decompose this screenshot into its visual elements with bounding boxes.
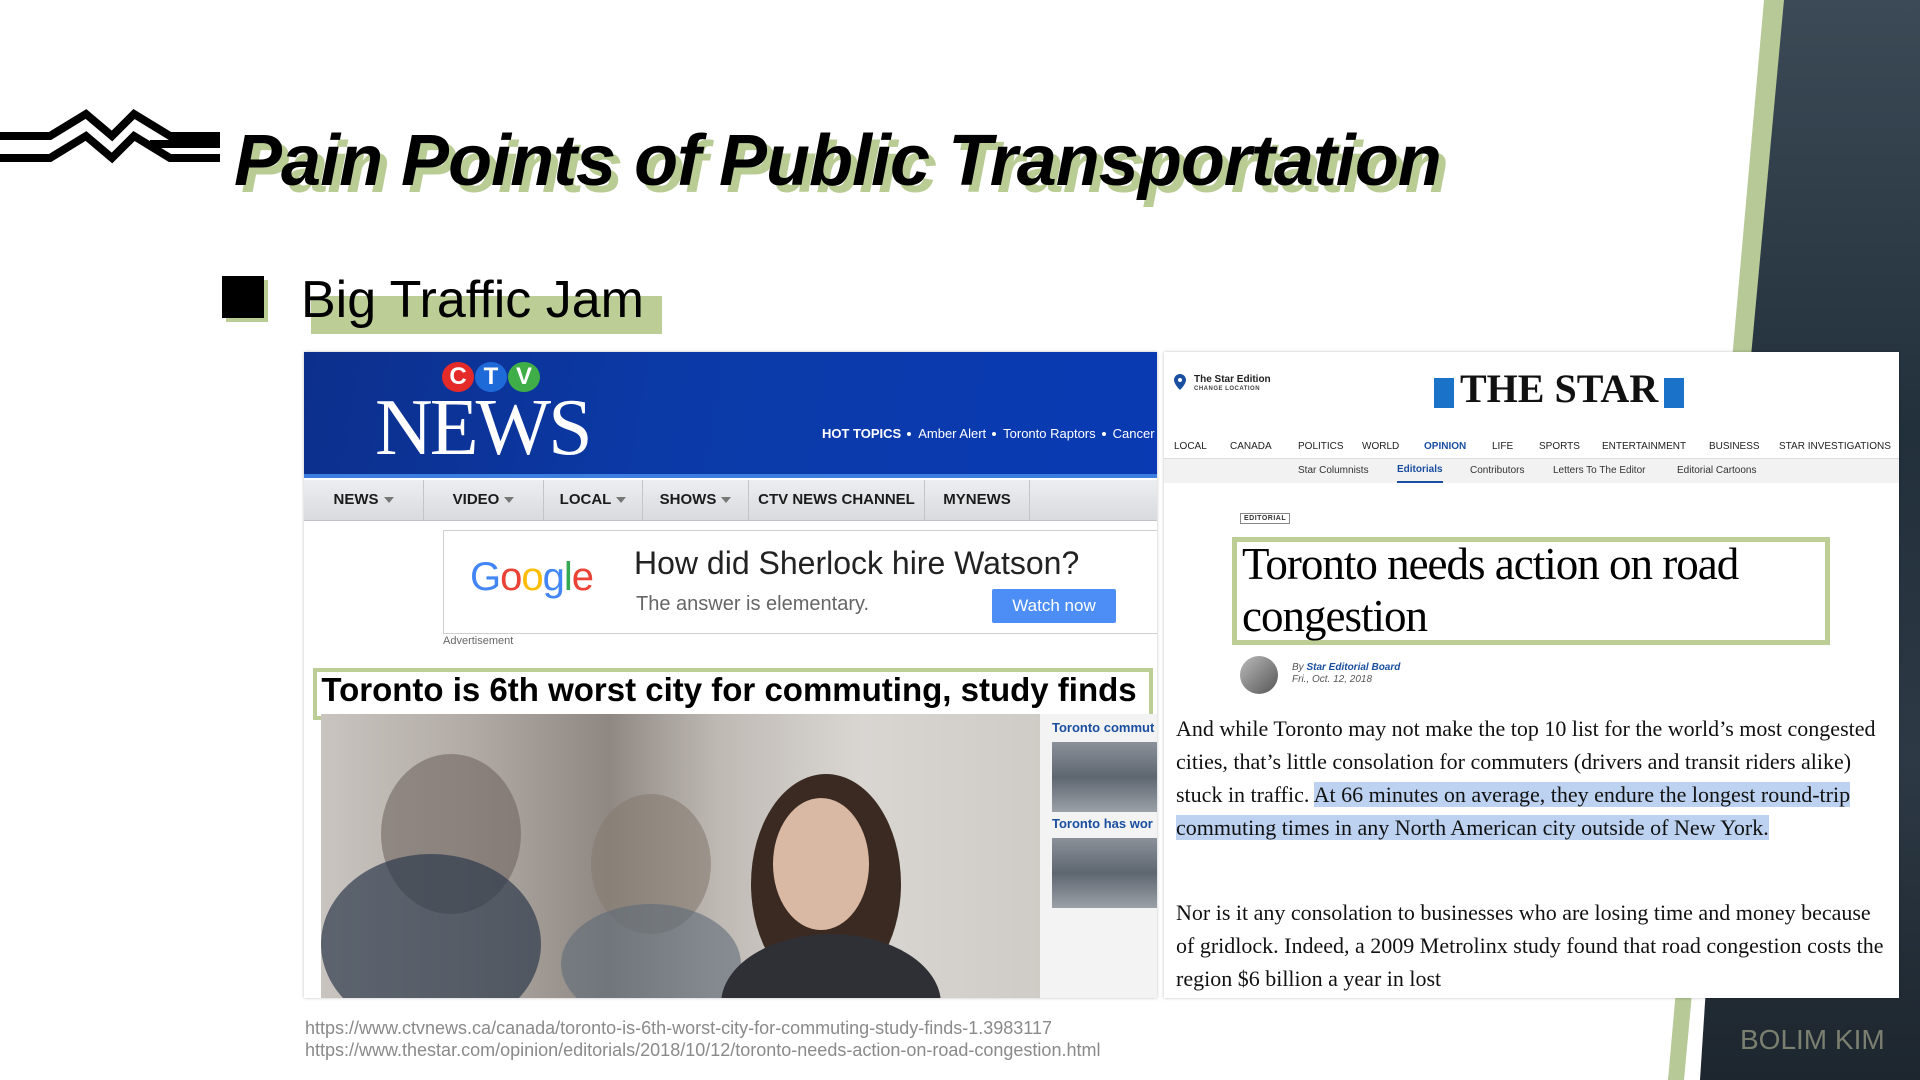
related-video-link[interactable]: Toronto has wor [1052, 816, 1153, 831]
google-logo: Google [470, 555, 594, 599]
chevron-down-icon [616, 497, 627, 504]
transit-logo-icon [0, 108, 220, 164]
chevron-down-icon [383, 497, 394, 504]
ctv-news-screenshot: C T V NEWS HOT TOPICS Amber Alert Toronto … [304, 352, 1157, 998]
nav-world[interactable]: WORLD [1362, 436, 1399, 458]
nav-canada[interactable]: CANADA [1230, 436, 1272, 458]
video-still-image [321, 754, 941, 998]
advertisement-label: Advertisement [443, 635, 514, 647]
article-video-player[interactable] [321, 714, 1041, 998]
nav-life[interactable]: LIFE [1492, 436, 1513, 458]
ctv-article-headline[interactable]: Toronto is 6th worst city for commuting,… [313, 668, 1145, 712]
hot-topics-bar: HOT TOPICS Amber Alert Toronto Raptors Canc… [822, 426, 1155, 441]
hot-topic-link[interactable]: Toronto Raptors [1003, 426, 1096, 441]
subnav-star-columnists[interactable]: Star Columnists [1298, 459, 1369, 483]
author-link[interactable]: Star Editorial Board [1306, 662, 1400, 673]
nav-news[interactable]: NEWS [304, 480, 424, 520]
subnav-contributors[interactable]: Contributors [1470, 459, 1524, 483]
page-title: Pain Points of Public Transportation [234, 121, 1442, 201]
nav-sports[interactable]: SPORTS [1539, 436, 1580, 458]
ctv-nav-bar: NEWS VIDEO LOCAL SHOWS CTV NEWS CHANNEL … [304, 480, 1157, 521]
ad-subtext: The answer is elementary. [636, 593, 870, 615]
flag-icon [1664, 377, 1685, 408]
author-avatar [1240, 656, 1278, 694]
watch-now-button[interactable]: Watch now [992, 589, 1116, 623]
section-subtitle: Big Traffic Jam [301, 271, 644, 329]
subnav-letters-to-the-editor[interactable]: Letters To The Editor [1553, 459, 1645, 483]
nav-ctv-news-channel[interactable]: CTV NEWS CHANNEL [749, 480, 925, 520]
publish-date: Fri., Oct. 12, 2018 [1292, 674, 1373, 685]
ctv-logo-word: NEWS [375, 384, 593, 472]
bullet-square-icon [222, 276, 264, 318]
related-video-thumbnail[interactable] [1052, 838, 1157, 908]
the-star-logo[interactable]: THE STAR [1428, 365, 1690, 413]
hot-topic-link[interactable]: Cancer [1113, 426, 1155, 441]
related-videos-sidebar: Toronto commut Toronto has wor [1040, 714, 1157, 998]
nav-shows[interactable]: SHOWS [643, 480, 749, 520]
article-paragraph: Nor is it any consolation to businesses … [1176, 900, 1884, 991]
edition-label[interactable]: The Star Edition [1194, 374, 1271, 385]
nav-local[interactable]: LOCAL [1174, 436, 1207, 458]
nav-business[interactable]: BUSINESS [1709, 436, 1760, 458]
nav-entertainment[interactable]: ENTERTAINMENT [1602, 436, 1686, 458]
star-subnav-bar: Star Columnists Editorials Contributors … [1164, 459, 1899, 483]
source-url-star[interactable]: https://www.thestar.com/opinion/editoria… [305, 1040, 1100, 1061]
source-url-ctv[interactable]: https://www.ctvnews.ca/canada/toronto-is… [305, 1018, 1052, 1039]
toronto-star-screenshot: The Star Edition CHANGE LOCATION THE STA… [1164, 352, 1899, 998]
google-ad[interactable]: Google How did Sherlock hire Watson? The… [443, 530, 1157, 634]
flag-icon [1434, 377, 1454, 408]
star-article-headline: Toronto needs action on road congestion [1242, 539, 1739, 641]
ad-headline: How did Sherlock hire Watson? [634, 545, 1080, 581]
hot-topic-link[interactable]: Amber Alert [918, 426, 986, 441]
chevron-down-icon [721, 497, 732, 504]
author-credit: BOLIM KIM [1740, 1024, 1885, 1055]
nav-local[interactable]: LOCAL [544, 480, 643, 520]
location-pin-icon [1174, 374, 1186, 390]
related-video-thumbnail[interactable] [1052, 742, 1157, 812]
nav-star-investigations[interactable]: STAR INVESTIGATIONS [1779, 436, 1891, 458]
hot-topics-label: HOT TOPICS [822, 426, 902, 441]
byline: By Star Editorial Board [1292, 662, 1401, 673]
subnav-editorial-cartoons[interactable]: Editorial Cartoons [1677, 459, 1756, 483]
subnav-editorials[interactable]: Editorials [1397, 459, 1443, 483]
nav-politics[interactable]: POLITICS [1298, 436, 1344, 458]
article-paragraph: And while Toronto may not make the top 1… [1176, 716, 1876, 840]
ctv-news-logo[interactable]: C T V NEWS [372, 362, 593, 468]
nav-video[interactable]: VIDEO [424, 480, 544, 520]
editorial-tag: EDITORIAL [1240, 513, 1291, 524]
star-nav-bar: LOCAL CANADA POLITICS WORLD OPINION LIFE… [1164, 436, 1899, 459]
chevron-down-icon [504, 497, 515, 504]
nav-opinion[interactable]: OPINION [1424, 436, 1466, 458]
related-video-link[interactable]: Toronto commut [1052, 720, 1154, 735]
change-location-link[interactable]: CHANGE LOCATION [1194, 386, 1260, 392]
ctv-header: C T V NEWS HOT TOPICS Amber Alert Toronto … [304, 352, 1157, 478]
nav-mynews[interactable]: MYNEWS [925, 480, 1030, 520]
